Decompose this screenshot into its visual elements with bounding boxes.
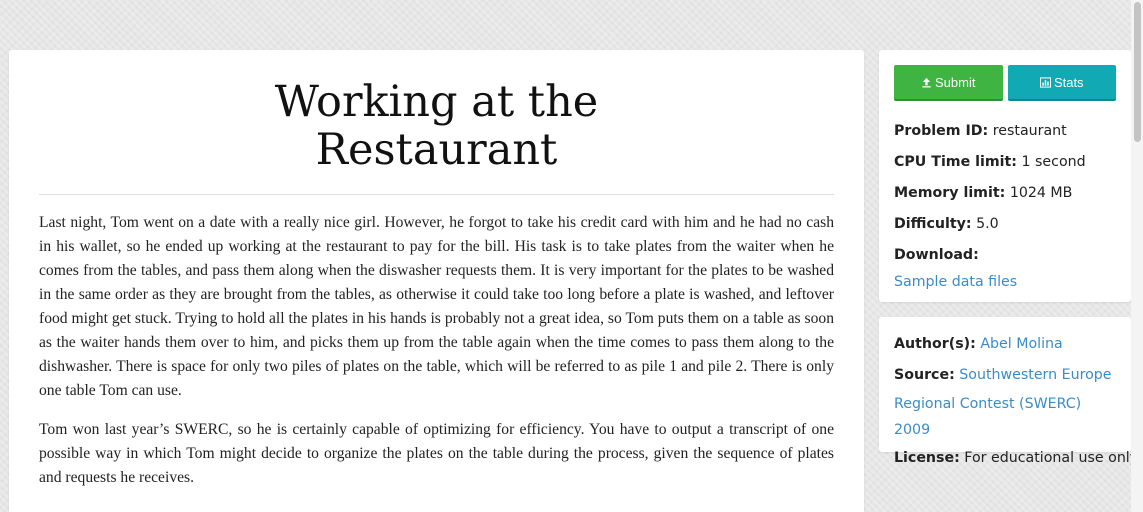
download-row: Download:	[894, 240, 1116, 271]
difficulty-row: Difficulty: 5.0	[894, 209, 1116, 240]
submit-button[interactable]: Submit	[894, 65, 1003, 101]
difficulty-label: Difficulty:	[894, 216, 972, 232]
memory-limit-row: Memory limit: 1024 MB	[894, 178, 1116, 209]
authors-label: Author(s):	[894, 336, 976, 352]
submit-button-label: Submit	[935, 74, 976, 90]
problem-id-row: Problem ID: restaurant	[894, 116, 1116, 147]
problem-meta-card: Author(s): Abel Molina Source: Southwest…	[879, 317, 1138, 466]
stats-button-label: Stats	[1053, 74, 1084, 90]
download-label: Download:	[894, 247, 979, 263]
memory-limit-label: Memory limit:	[894, 185, 1006, 201]
title-divider	[39, 194, 834, 195]
problem-info-card: Submit Stats Problem ID: restaurant CPU …	[879, 50, 1131, 302]
problem-title-line2: Restaurant	[315, 125, 558, 175]
cpu-limit-value: 1 second	[1021, 154, 1086, 170]
statement-paragraph-2: Tom won last year’s SWERC, so he is cert…	[39, 421, 834, 486]
statement-paragraph-1: Last night, Tom went on a date with a re…	[39, 214, 834, 399]
problem-statement-card: Working at the Restaurant Last night, To…	[9, 50, 864, 512]
problem-title-line1: Working at the	[274, 77, 599, 127]
author-link[interactable]: Abel Molina	[980, 336, 1062, 352]
cpu-limit-row: CPU Time limit: 1 second	[894, 147, 1116, 178]
source-label: Source:	[894, 367, 955, 383]
license-value: For educational use only	[964, 450, 1139, 466]
source-link-line1[interactable]: Southwestern Europe	[959, 367, 1111, 383]
license-label: License:	[894, 450, 960, 466]
scrollbar-thumb[interactable]	[1134, 2, 1141, 142]
source-link-line2[interactable]: Regional Contest (SWERC) 2009	[894, 396, 1081, 438]
stats-button[interactable]: Stats	[1007, 65, 1116, 101]
problem-id-value: restaurant	[992, 123, 1067, 139]
sample-data-link[interactable]: Sample data files	[894, 271, 1116, 293]
authors-row: Author(s): Abel Molina	[894, 329, 1116, 360]
upload-icon	[922, 77, 931, 87]
cpu-limit-label: CPU Time limit:	[894, 154, 1017, 170]
problem-title: Working at the Restaurant	[227, 78, 647, 174]
bar-chart-icon	[1039, 76, 1051, 88]
problem-id-label: Problem ID:	[894, 123, 989, 139]
action-buttons: Submit Stats	[894, 65, 1116, 101]
license-row: License: For educational use only	[894, 443, 1138, 474]
difficulty-value: 5.0	[976, 216, 999, 232]
memory-limit-value: 1024 MB	[1009, 185, 1073, 201]
source-row: Source: Southwestern Europe	[894, 360, 1116, 391]
page-scrollbar[interactable]	[1131, 0, 1143, 512]
